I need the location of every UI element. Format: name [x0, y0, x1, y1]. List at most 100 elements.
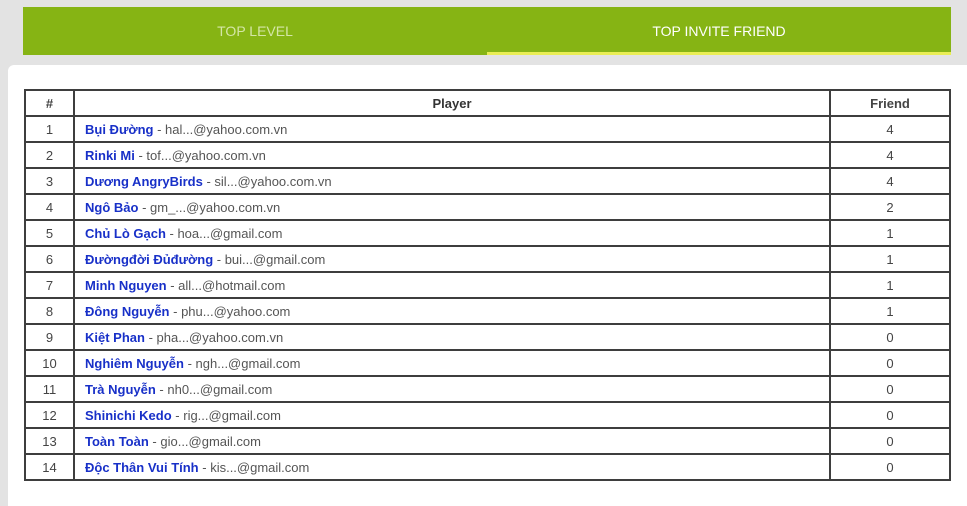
player-cell: Trà Nguyễn - nh0...@gmail.com	[73, 375, 831, 403]
friend-count-cell: 0	[829, 427, 951, 455]
rank-cell: 3	[24, 167, 75, 195]
player-email-separator: -	[155, 381, 168, 397]
column-header-player: Player	[73, 89, 831, 117]
rank-cell: 14	[24, 453, 75, 481]
table-row: 12 Shinichi Kedo - rig...@gmail.com 0	[24, 401, 951, 429]
table-row: 13 Toàn Toàn - gio...@gmail.com 0	[24, 427, 951, 455]
player-cell: Độc Thân Vui Tính - kis...@gmail.com	[73, 453, 831, 481]
player-email: nh0...@gmail.com	[167, 381, 273, 397]
player-name-link[interactable]: Trà Nguyễn	[85, 382, 156, 397]
table-body: 1 Bụi Đường - hal...@yahoo.com.vn 4 2 Rinki …	[24, 115, 951, 481]
player-email-separator: -	[138, 199, 151, 215]
player-name-link[interactable]: Nghiêm Nguyễn	[85, 356, 184, 371]
player-name-link[interactable]: Chủ Lò Gạch	[85, 226, 166, 241]
player-name-link[interactable]: Minh Nguyen	[85, 278, 167, 293]
player-name-link[interactable]: Ngô Bảo	[85, 200, 138, 215]
rank-cell: 12	[24, 401, 75, 429]
player-email-separator: -	[153, 121, 166, 137]
player-cell: Kiệt Phan - pha...@yahoo.com.vn	[73, 323, 831, 351]
player-email-separator: -	[134, 147, 147, 163]
rank-cell: 5	[24, 219, 75, 247]
table-row: 5 Chủ Lò Gạch - hoa...@gmail.com 1	[24, 219, 951, 247]
tab-top-level[interactable]: TOP LEVEL	[23, 7, 487, 55]
player-email-separator: -	[144, 329, 157, 345]
player-email-separator: -	[213, 251, 225, 267]
player-email-separator: -	[165, 225, 178, 241]
friend-count-cell: 0	[829, 349, 951, 377]
rank-cell: 2	[24, 141, 75, 169]
friend-count-cell: 1	[829, 271, 951, 299]
player-name-link[interactable]: Kiệt Phan	[85, 330, 145, 345]
player-email-separator: -	[169, 303, 182, 319]
table-row: 10 Nghiêm Nguyễn - ngh...@gmail.com 0	[24, 349, 951, 377]
player-cell: Bụi Đường - hal...@yahoo.com.vn	[73, 115, 831, 143]
rank-cell: 10	[24, 349, 75, 377]
tab-top-invite-friend[interactable]: TOP INVITE FRIEND	[487, 7, 951, 55]
player-email: gio...@gmail.com	[160, 433, 261, 449]
table-row: 6 Đườngđời Đủđường - bui...@gmail.com 1	[24, 245, 951, 273]
player-email: pha...@yahoo.com.vn	[156, 329, 284, 345]
player-name-link[interactable]: Rinki Mi	[85, 148, 135, 163]
player-email: phu...@yahoo.com	[181, 303, 291, 319]
friend-count-cell: 0	[829, 323, 951, 351]
friend-count-cell: 2	[829, 193, 951, 221]
friend-count-cell: 1	[829, 297, 951, 325]
rank-cell: 4	[24, 193, 75, 221]
player-name-link[interactable]: Bụi Đường	[85, 122, 153, 137]
tab-bar: TOP LEVEL TOP INVITE FRIEND	[23, 7, 951, 55]
friend-count-cell: 0	[829, 375, 951, 403]
player-email: gm_...@yahoo.com.vn	[150, 199, 281, 215]
friend-count-cell: 4	[829, 141, 951, 169]
friend-count-cell: 1	[829, 245, 951, 273]
player-name-link[interactable]: Đườngđời Đủđường	[85, 252, 213, 267]
table-row: 9 Kiệt Phan - pha...@yahoo.com.vn 0	[24, 323, 951, 351]
player-cell: Toàn Toàn - gio...@gmail.com	[73, 427, 831, 455]
player-cell: Minh Nguyen - all...@hotmail.com	[73, 271, 831, 299]
player-cell: Dương AngryBirds - sil...@yahoo.com.vn	[73, 167, 831, 195]
player-email-separator: -	[198, 459, 211, 475]
table-row: 8 Đông Nguyễn - phu...@yahoo.com 1	[24, 297, 951, 325]
player-name-link[interactable]: Shinichi Kedo	[85, 408, 172, 423]
player-email-separator: -	[166, 277, 179, 293]
rank-cell: 11	[24, 375, 75, 403]
player-email: hoa...@gmail.com	[177, 225, 283, 241]
player-email-separator: -	[183, 355, 196, 371]
rank-cell: 8	[24, 297, 75, 325]
leaderboard-panel: # Player Friend 1 Bụi Đường - hal...@yaho…	[8, 65, 967, 506]
table-row: 11 Trà Nguyễn - nh0...@gmail.com 0	[24, 375, 951, 403]
table-row: 1 Bụi Đường - hal...@yahoo.com.vn 4	[24, 115, 951, 143]
rank-cell: 7	[24, 271, 75, 299]
player-name-link[interactable]: Độc Thân Vui Tính	[85, 460, 199, 475]
player-email: rig...@gmail.com	[183, 407, 281, 423]
player-email: bui...@gmail.com	[224, 251, 326, 267]
friend-count-cell: 0	[829, 453, 951, 481]
friend-count-cell: 1	[829, 219, 951, 247]
rank-cell: 1	[24, 115, 75, 143]
player-email: kis...@gmail.com	[210, 459, 310, 475]
player-email-separator: -	[148, 433, 161, 449]
player-cell: Nghiêm Nguyễn - ngh...@gmail.com	[73, 349, 831, 377]
rank-cell: 13	[24, 427, 75, 455]
table-row: 2 Rinki Mi - tof...@yahoo.com.vn 4	[24, 141, 951, 169]
player-cell: Chủ Lò Gạch - hoa...@gmail.com	[73, 219, 831, 247]
rank-cell: 9	[24, 323, 75, 351]
table-row: 4 Ngô Bảo - gm_...@yahoo.com.vn 2	[24, 193, 951, 221]
player-email: sil...@yahoo.com.vn	[214, 173, 332, 189]
player-email-separator: -	[202, 173, 215, 189]
player-email-separator: -	[171, 407, 184, 423]
player-email: ngh...@gmail.com	[195, 355, 301, 371]
player-email: all...@hotmail.com	[178, 277, 286, 293]
player-cell: Shinichi Kedo - rig...@gmail.com	[73, 401, 831, 429]
friend-count-cell: 0	[829, 401, 951, 429]
player-name-link[interactable]: Toàn Toàn	[85, 434, 149, 449]
player-cell: Rinki Mi - tof...@yahoo.com.vn	[73, 141, 831, 169]
player-email: tof...@yahoo.com.vn	[146, 147, 266, 163]
table-header-row: # Player Friend	[24, 89, 951, 117]
player-cell: Ngô Bảo - gm_...@yahoo.com.vn	[73, 193, 831, 221]
player-name-link[interactable]: Đông Nguyễn	[85, 304, 170, 319]
leaderboard-table: # Player Friend 1 Bụi Đường - hal...@yaho…	[24, 89, 951, 481]
player-name-link[interactable]: Dương AngryBirds	[85, 174, 203, 189]
table-row: 14 Độc Thân Vui Tính - kis...@gmail.com 0	[24, 453, 951, 481]
friend-count-cell: 4	[829, 167, 951, 195]
column-header-friend: Friend	[829, 89, 951, 117]
